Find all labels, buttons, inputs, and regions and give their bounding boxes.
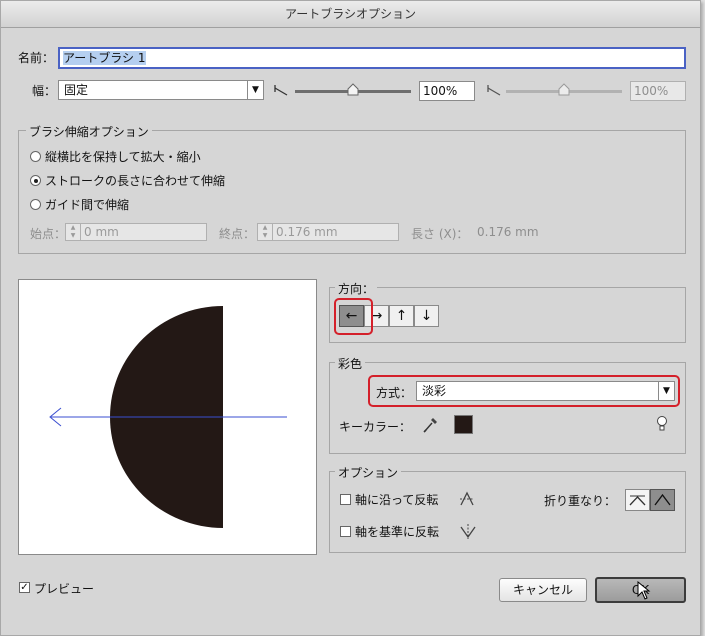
radio-stretch-between-guides-label: ガイド間で伸縮: [45, 198, 130, 212]
scale-options-title: ブラシ伸縮オプション: [26, 123, 152, 140]
min-width-field[interactable]: 100%: [419, 81, 475, 101]
width-mode-select[interactable]: 固定 ▼: [58, 80, 264, 100]
start-value: 0 mm: [84, 225, 119, 239]
radio-stretch-to-length-label: ストロークの長さに合わせて伸縮: [45, 174, 226, 188]
window-title: アートブラシオプション: [1, 1, 700, 28]
flip-along-checkbox[interactable]: [340, 494, 351, 505]
radio-stretch-between-guides[interactable]: [30, 199, 41, 210]
overlap-adjust-icon[interactable]: [625, 489, 650, 511]
options-group: [329, 471, 686, 553]
tips-bulb-icon[interactable]: [656, 415, 668, 433]
direction-up-button[interactable]: ↑: [389, 305, 414, 327]
brush-preview: [18, 279, 317, 555]
max-width-slider-thumb: [558, 83, 570, 96]
overlap-label: 折り重なり：: [544, 494, 617, 508]
end-field: ▲ ▼ 0.176 mm: [257, 223, 399, 241]
cancel-button[interactable]: キャンセル: [499, 578, 587, 602]
chevron-down-icon: ▼: [247, 81, 263, 99]
name-value: アートブラシ 1: [63, 51, 146, 65]
key-color-swatch[interactable]: [454, 415, 473, 434]
max-width-icon: [487, 85, 501, 96]
name-field[interactable]: アートブラシ 1: [58, 47, 686, 69]
length-label: 長さ (X)：: [411, 227, 469, 241]
options-title: オプション: [335, 464, 402, 481]
flip-along-icon: [460, 491, 474, 506]
key-color-label: キーカラー：: [339, 420, 412, 434]
colorization-title: 彩色: [335, 355, 366, 372]
width-mode-value: 固定: [64, 83, 89, 97]
flip-across-label: 軸を基準に反転: [355, 525, 440, 539]
overlap-buttons: [625, 489, 675, 511]
end-value: 0.176 mm: [276, 225, 338, 239]
flip-across-icon: [460, 524, 476, 539]
name-label: 名前：: [18, 51, 55, 65]
radio-stretch-to-length[interactable]: [30, 175, 41, 186]
radio-keep-proportions-label: 縦横比を保持して拡大・縮小: [45, 150, 201, 164]
flip-along-label: 軸に沿って反転: [355, 493, 439, 507]
flip-across-checkbox[interactable]: [340, 526, 351, 537]
end-label: 終点：: [219, 227, 256, 241]
radio-keep-proportions[interactable]: [30, 151, 41, 162]
highlight-ring-method: [368, 375, 680, 407]
start-label: 始点：: [30, 227, 67, 241]
highlight-ring-direction: [334, 298, 373, 335]
min-width-slider-thumb[interactable]: [347, 83, 359, 97]
start-field: ▲ ▼ 0 mm: [65, 223, 207, 241]
art-brush-options-dialog: アートブラシオプション 名前： アートブラシ 1 幅： 固定 ▼ 100% 10…: [0, 0, 701, 636]
overlap-none-icon[interactable]: [650, 489, 675, 511]
direction-down-button[interactable]: ↓: [414, 305, 439, 327]
eyedropper-icon[interactable]: [422, 416, 438, 434]
min-width-icon: [274, 85, 288, 96]
preview-checkbox[interactable]: ✓: [19, 582, 30, 593]
width-label: 幅：: [32, 84, 57, 98]
direction-title: 方向：: [335, 280, 378, 297]
length-value: 0.176 mm: [477, 225, 539, 239]
preview-label: プレビュー: [34, 582, 95, 596]
brush-preview-shape: [49, 306, 287, 528]
mouse-cursor-icon: [637, 581, 651, 600]
max-width-field: 100%: [630, 81, 686, 101]
